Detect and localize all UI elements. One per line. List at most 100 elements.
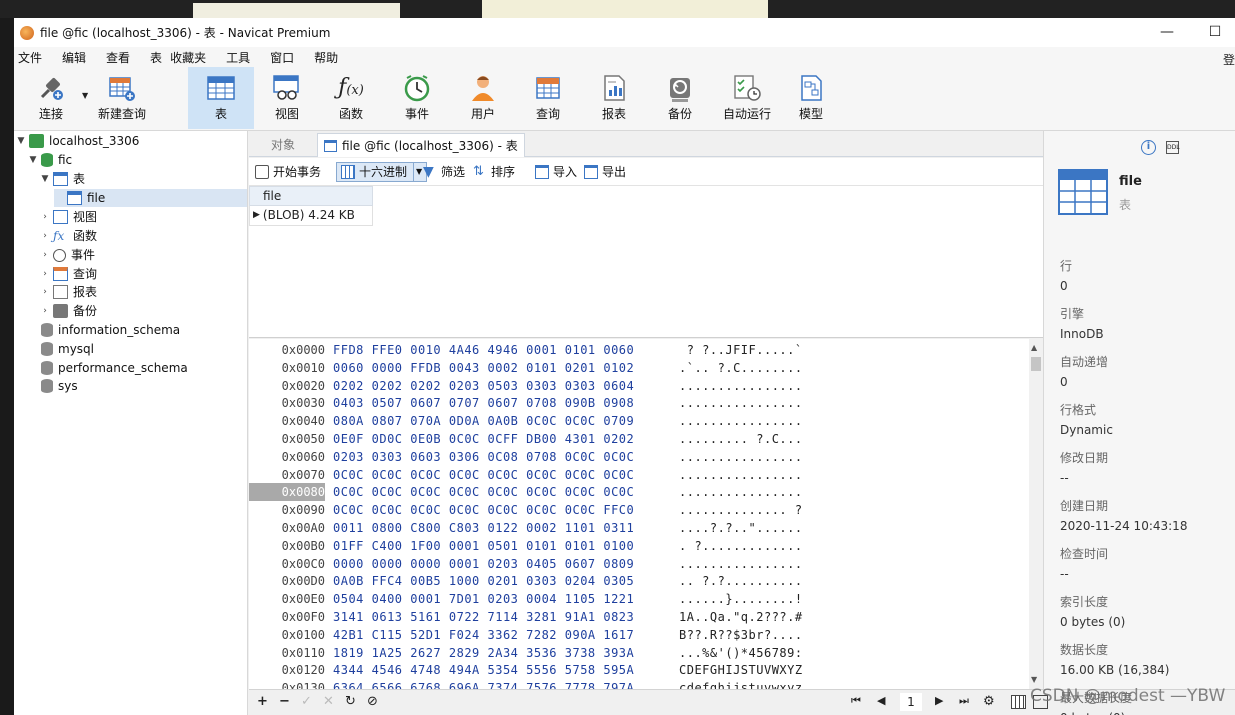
hex-row[interactable]: 0x0040 080A 0807 070A 0D0A 0A0B 0C0C 0C0C… bbox=[249, 412, 1029, 430]
hex-viewer[interactable]: 0x0000 FFD8 FFE0 0010 4A46 4946 0001 0101… bbox=[249, 339, 1043, 689]
hex-bytes[interactable]: 0403 0507 0607 0707 0607 0708 090B 0908 bbox=[333, 394, 634, 412]
menu-favorites[interactable]: 收藏夹 bbox=[170, 49, 206, 66]
hex-ascii[interactable]: ......}........! bbox=[679, 590, 803, 608]
hex-row[interactable]: 0x0000 FFD8 FFE0 0010 4A46 4946 0001 0101… bbox=[249, 341, 1029, 359]
apply-changes-button[interactable]: ✓ bbox=[301, 694, 312, 709]
hex-ascii[interactable]: ................ bbox=[679, 483, 803, 501]
hex-bytes[interactable]: 0202 0202 0202 0203 0503 0303 0303 0604 bbox=[333, 377, 634, 395]
ddl-icon[interactable]: DDL bbox=[1166, 141, 1180, 154]
column-header-file[interactable]: file bbox=[249, 186, 373, 206]
tree-node-file-table[interactable]: file bbox=[54, 189, 247, 207]
hex-bytes[interactable]: 6364 6566 6768 696A 7374 7576 7778 797A bbox=[333, 679, 634, 689]
hex-ascii[interactable]: ................ bbox=[679, 555, 803, 573]
hex-ascii[interactable]: 1A..Qa."q.2???.# bbox=[679, 608, 803, 626]
hex-ascii[interactable]: .............. ? bbox=[679, 501, 803, 519]
toolbar-connect-button[interactable]: 连接 bbox=[20, 67, 82, 129]
hex-row[interactable]: 0x0080 0C0C 0C0C 0C0C 0C0C 0C0C 0C0C 0C0C… bbox=[249, 483, 1029, 502]
hex-bytes[interactable]: 1819 1A25 2627 2829 2A34 3536 3738 393A bbox=[333, 644, 634, 662]
hex-bytes[interactable]: 080A 0807 070A 0D0A 0A0B 0C0C 0C0C 0709 bbox=[333, 412, 634, 430]
tree-node-queries[interactable]: › 查询 bbox=[40, 265, 97, 283]
expand-icon[interactable]: › bbox=[40, 302, 50, 320]
add-record-button[interactable]: + bbox=[257, 694, 268, 709]
hex-row[interactable]: 0x00F0 3141 0613 5161 0722 7114 3281 91A1… bbox=[249, 608, 1029, 626]
hex-row[interactable]: 0x0060 0203 0303 0603 0306 0C08 0708 0C0C… bbox=[249, 448, 1029, 466]
toolbar-model-button[interactable]: 模型 bbox=[780, 67, 842, 129]
hex-row[interactable]: 0x00E0 0504 0400 0001 7D01 0203 0004 1105… bbox=[249, 590, 1029, 608]
hex-bytes[interactable]: 0C0C 0C0C 0C0C 0C0C 0C0C 0C0C 0C0C 0C0C bbox=[333, 483, 634, 501]
expand-icon[interactable]: › bbox=[40, 208, 50, 226]
tree-node-reports[interactable]: › 报表 bbox=[40, 283, 97, 301]
hex-bytes[interactable]: 0000 0000 0000 0001 0203 0405 0607 0809 bbox=[333, 555, 634, 573]
hex-row[interactable]: 0x0050 0E0F 0D0C 0E0B 0C0C 0CFF DB00 4301… bbox=[249, 430, 1029, 448]
hex-row[interactable]: 0x00D0 0A0B FFC4 00B5 1000 0201 0303 0204… bbox=[249, 572, 1029, 590]
hex-bytes[interactable]: 42B1 C115 52D1 F024 3362 7282 090A 1617 bbox=[333, 626, 634, 644]
hex-row[interactable]: 0x0120 4344 4546 4748 494A 5354 5556 5758… bbox=[249, 661, 1029, 679]
toolbar-table-button[interactable]: 表 bbox=[188, 67, 254, 129]
hex-bytes[interactable]: FFD8 FFE0 0010 4A46 4946 0001 0101 0060 bbox=[333, 341, 634, 359]
grid-view-icon[interactable] bbox=[1011, 695, 1026, 709]
tree-node-fic[interactable]: ▼ fic bbox=[28, 151, 72, 169]
hex-row[interactable]: 0x0010 0060 0000 FFDB 0043 0002 0101 0201… bbox=[249, 359, 1029, 377]
hex-scrollbar[interactable]: ▲ ▼ bbox=[1029, 339, 1043, 689]
toolbar-new-query-button[interactable]: 新建查询 bbox=[92, 67, 152, 129]
hex-row[interactable]: 0x0130 6364 6566 6768 696A 7374 7576 7778… bbox=[249, 679, 1029, 689]
refresh-button[interactable]: ↻ bbox=[345, 694, 356, 709]
tree-node-backups[interactable]: › 备份 bbox=[40, 302, 97, 320]
hex-bytes[interactable]: 0504 0400 0001 7D01 0203 0004 1105 1221 bbox=[333, 590, 634, 608]
table-row[interactable]: ▶ (BLOB) 4.24 KB bbox=[249, 206, 373, 226]
hex-ascii[interactable]: ................ bbox=[679, 466, 803, 484]
import-button[interactable]: 导入 bbox=[535, 162, 577, 182]
menu-window[interactable]: 窗口 bbox=[270, 49, 294, 66]
toolbar-view-button[interactable]: 视图 bbox=[256, 67, 318, 129]
scrollbar-thumb[interactable] bbox=[1031, 357, 1041, 371]
hex-bytes[interactable]: 0E0F 0D0C 0E0B 0C0C 0CFF DB00 4301 0202 bbox=[333, 430, 634, 448]
toolbar-schedule-button[interactable]: 自动运行 bbox=[714, 67, 780, 129]
expand-icon[interactable]: ▼ bbox=[40, 170, 50, 188]
menu-tools[interactable]: 工具 bbox=[226, 49, 250, 66]
expand-icon[interactable]: › bbox=[40, 246, 50, 264]
hex-bytes[interactable]: 3141 0613 5161 0722 7114 3281 91A1 0823 bbox=[333, 608, 634, 626]
hex-row[interactable]: 0x00B0 01FF C400 1F00 0001 0501 0101 0101… bbox=[249, 537, 1029, 555]
menu-table[interactable]: 表 bbox=[150, 49, 162, 66]
hex-ascii[interactable]: ................ bbox=[679, 377, 803, 395]
hex-row[interactable]: 0x0110 1819 1A25 2627 2829 2A34 3536 3738… bbox=[249, 644, 1029, 662]
hex-ascii[interactable]: .`.. ?.C........ bbox=[679, 359, 803, 377]
blob-cell[interactable]: (BLOB) 4.24 KB bbox=[263, 206, 355, 225]
stop-button[interactable]: ⊘ bbox=[367, 694, 378, 709]
toolbar-user-button[interactable]: 用户 bbox=[452, 67, 514, 129]
sort-button[interactable]: ⇅ 排序 bbox=[473, 162, 515, 182]
tab-file-table[interactable]: file @fic (localhost_3306) - 表 bbox=[317, 133, 525, 157]
expand-icon[interactable]: ▼ bbox=[28, 151, 38, 169]
hex-row[interactable]: 0x00A0 0011 0800 C800 C803 0122 0002 1101… bbox=[249, 519, 1029, 537]
maximize-button[interactable]: ☐ bbox=[1195, 22, 1235, 42]
tab-objects[interactable]: 对象 bbox=[265, 133, 301, 157]
tree-node-events[interactable]: › 事件 bbox=[40, 246, 95, 264]
tree-node-views[interactable]: › 视图 bbox=[40, 208, 97, 226]
toolbar-report-button[interactable]: 报表 bbox=[583, 67, 645, 129]
hex-row[interactable]: 0x0090 0C0C 0C0C 0C0C 0C0C 0C0C 0C0C 0C0C… bbox=[249, 501, 1029, 519]
toolbar-event-button[interactable]: 事件 bbox=[386, 67, 448, 129]
hex-bytes[interactable]: 0C0C 0C0C 0C0C 0C0C 0C0C 0C0C 0C0C FFC0 bbox=[333, 501, 634, 519]
hex-ascii[interactable]: ....?.?.."...... bbox=[679, 519, 803, 537]
page-number-field[interactable]: 1 bbox=[900, 693, 922, 711]
first-page-button[interactable]: ⏮ bbox=[851, 694, 861, 708]
menu-file[interactable]: 文件 bbox=[18, 49, 42, 66]
tree-node-information-schema[interactable]: information_schema bbox=[28, 321, 180, 339]
menu-edit[interactable]: 编辑 bbox=[62, 49, 86, 66]
hex-bytes[interactable]: 0C0C 0C0C 0C0C 0C0C 0C0C 0C0C 0C0C 0C0C bbox=[333, 466, 634, 484]
hex-row[interactable]: 0x0070 0C0C 0C0C 0C0C 0C0C 0C0C 0C0C 0C0C… bbox=[249, 466, 1029, 484]
connect-dropdown-icon[interactable]: ▼ bbox=[82, 91, 88, 100]
hex-bytes[interactable]: 0203 0303 0603 0306 0C08 0708 0C0C 0C0C bbox=[333, 448, 634, 466]
hex-ascii[interactable]: CDEFGHIJSTUVWXYZ bbox=[679, 661, 803, 679]
hex-ascii[interactable]: ................ bbox=[679, 394, 803, 412]
tree-node-performance-schema[interactable]: performance_schema bbox=[28, 359, 188, 377]
minimize-button[interactable]: — bbox=[1147, 22, 1187, 42]
tree-node-sys[interactable]: sys bbox=[28, 377, 78, 395]
scroll-down-icon[interactable]: ▼ bbox=[1031, 675, 1037, 684]
hex-row[interactable]: 0x00C0 0000 0000 0000 0001 0203 0405 0607… bbox=[249, 555, 1029, 573]
expand-icon[interactable]: › bbox=[40, 227, 50, 245]
hex-ascii[interactable]: ? ?..JFIF.....` bbox=[679, 341, 803, 359]
hex-row[interactable]: 0x0030 0403 0507 0607 0707 0607 0708 090B… bbox=[249, 394, 1029, 412]
next-page-button[interactable]: ▶ bbox=[935, 694, 943, 707]
hex-ascii[interactable]: cdefghijstuvwxyz bbox=[679, 679, 803, 689]
